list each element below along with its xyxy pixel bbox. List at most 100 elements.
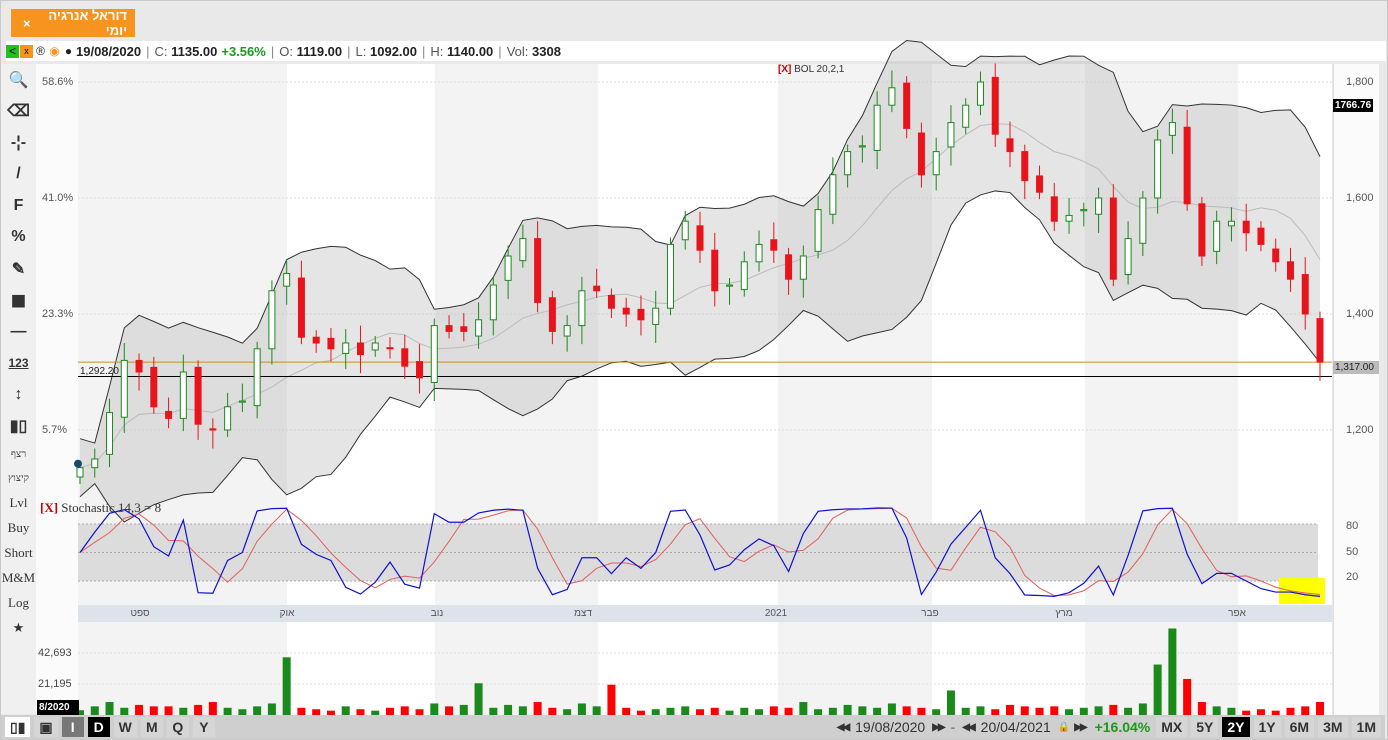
- volume-bar: [946, 690, 955, 715]
- month-label: פבר: [921, 608, 939, 619]
- color-tool-icon[interactable]: ■: [1, 285, 36, 317]
- period-weekly[interactable]: W: [113, 717, 137, 737]
- candle: [120, 359, 128, 418]
- remove-bollinger-button[interactable]: [X]: [778, 64, 791, 75]
- period-monthly[interactable]: M: [140, 717, 163, 737]
- volume-bar: [1153, 664, 1162, 715]
- candle: [342, 342, 350, 354]
- volume-bar: [179, 707, 188, 715]
- candle: [593, 285, 601, 292]
- toolbar-text-item[interactable]: ★: [1, 615, 36, 640]
- volume-bar: [105, 702, 114, 715]
- toolbar-text-item[interactable]: קיצוץ: [1, 466, 36, 490]
- candle: [858, 145, 866, 148]
- remove-stochastic-button[interactable]: [X]: [40, 500, 58, 515]
- volume-bar: [1183, 678, 1192, 715]
- to-prev-icon[interactable]: ◀◀: [962, 722, 975, 733]
- from-date[interactable]: 19/08/2020: [855, 719, 925, 735]
- volume-bar: [843, 704, 852, 715]
- stochastic-title: [X] Stochastic 14,3 = 8: [40, 500, 161, 516]
- from-first-icon[interactable]: ◀◀: [837, 722, 850, 733]
- candle: [150, 366, 158, 408]
- price-chart[interactable]: [0, 0, 1388, 740]
- volume-bar: [1124, 707, 1133, 715]
- toolbar-text-item[interactable]: M&M: [1, 565, 36, 590]
- range-3m[interactable]: 3M: [1318, 717, 1348, 737]
- toolbar-text-item[interactable]: Lvl: [1, 490, 36, 515]
- candle: [312, 336, 320, 344]
- vertical-measure-tool-icon[interactable]: ↕: [1, 379, 36, 411]
- volume-bar: [873, 707, 882, 715]
- range-5y[interactable]: 5Y: [1191, 717, 1219, 737]
- toolbar-text-item[interactable]: Log: [1, 590, 36, 615]
- price-label: 1,800: [1346, 76, 1374, 88]
- period-quarterly[interactable]: Q: [166, 717, 189, 737]
- volume-bar: [622, 707, 631, 715]
- price-label: 1,400: [1346, 308, 1374, 320]
- volume-bar: [976, 706, 985, 715]
- candle: [327, 337, 335, 350]
- drawing-toolbar: 🔍 ⌫ -¦- / F% ✎ ■ —123 ↕ ▮▯ רצף קיצוץ Lvl Buy Short M&M L…: [1, 64, 36, 714]
- candle: [740, 261, 748, 291]
- volume-bar: [799, 702, 808, 715]
- volume-axis-label: 21,195: [38, 678, 72, 690]
- month-label: ספט: [130, 608, 150, 619]
- to-last-icon[interactable]: ▶▶: [1074, 722, 1087, 733]
- volume-bar: [282, 657, 291, 715]
- from-next-icon[interactable]: ▶▶: [932, 722, 945, 733]
- toolbar-text-item[interactable]: רצף: [1, 442, 36, 466]
- eraser-tool-icon[interactable]: ⌫: [1, 96, 36, 128]
- period-yearly[interactable]: Y: [192, 717, 215, 737]
- candle: [1316, 318, 1324, 363]
- candle: [1242, 220, 1250, 234]
- volume-bar: [710, 707, 719, 715]
- to-date[interactable]: 20/04/2021: [981, 719, 1051, 735]
- candle: [991, 76, 999, 135]
- period-intraday[interactable]: I: [61, 717, 84, 737]
- candle: [401, 348, 409, 367]
- candle: [903, 82, 911, 129]
- toolbar-text-item[interactable]: Short: [1, 540, 36, 565]
- bottom-toolbar: ▯▮ ▣ I D W M Q Y ◀◀ 19/08/2020 ▶▶ - ◀◀ 2…: [1, 715, 1385, 739]
- zoom-tool-icon[interactable]: 🔍: [1, 64, 36, 96]
- candle: [844, 151, 852, 176]
- month-label: 2021: [764, 608, 788, 619]
- candle: [297, 277, 305, 338]
- candle: [179, 371, 187, 419]
- candle: [445, 325, 453, 332]
- volume-bar: [548, 707, 557, 715]
- save-icon[interactable]: ▣: [34, 717, 58, 737]
- volume-bar: [917, 707, 926, 715]
- fibonacci-tool-icon[interactable]: F: [1, 190, 36, 222]
- range-6m[interactable]: 6M: [1284, 717, 1315, 737]
- candle: [976, 81, 984, 106]
- range-2y[interactable]: 2Y: [1222, 717, 1250, 737]
- crosshair-tool-icon[interactable]: -¦-: [1, 127, 36, 159]
- line-tool-icon[interactable]: /: [1, 159, 36, 191]
- month-label: אוק: [279, 608, 295, 619]
- volume-bar: [961, 707, 970, 715]
- candle: [652, 307, 660, 325]
- candle: [283, 272, 291, 287]
- toolbar-text-item[interactable]: Buy: [1, 515, 36, 540]
- measure-tool-icon[interactable]: 123: [1, 348, 36, 380]
- price-label: 1,600: [1346, 192, 1374, 204]
- volume-bar: [1227, 707, 1236, 715]
- edit-tool-icon[interactable]: ✎: [1, 253, 36, 285]
- line-width-tool-icon[interactable]: —: [1, 316, 36, 348]
- range-1y[interactable]: 1Y: [1253, 717, 1281, 737]
- candle: [696, 225, 704, 251]
- percent-tool-icon[interactable]: %: [1, 222, 36, 254]
- range-1m[interactable]: 1M: [1351, 717, 1381, 737]
- period-daily[interactable]: D: [87, 717, 110, 737]
- range-max[interactable]: MX: [1156, 717, 1188, 737]
- candle: [430, 325, 438, 383]
- candle: [1286, 261, 1294, 280]
- current-price-marker: 1,317.00: [1333, 361, 1379, 374]
- hline-label: 1,292.20: [80, 366, 119, 377]
- candle-type-tool-icon[interactable]: ▮▯: [1, 411, 36, 443]
- chart-type-icon[interactable]: ▯▮: [5, 717, 31, 737]
- lock-icon[interactable]: 🔒: [1058, 722, 1071, 733]
- volume-bar: [607, 684, 616, 715]
- candle: [1124, 238, 1132, 276]
